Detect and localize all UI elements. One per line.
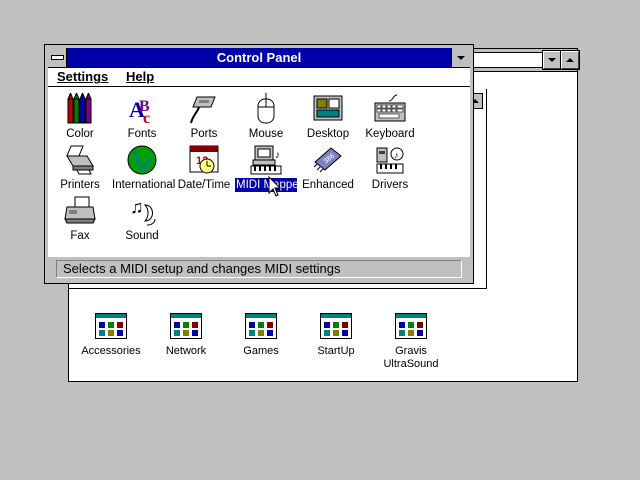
svg-text:♪: ♪: [275, 150, 280, 161]
maximize-button[interactable]: [560, 50, 580, 70]
minimize-button[interactable]: [451, 48, 470, 67]
icon-label: MIDI Mapper: [235, 178, 303, 192]
international-item[interactable]: International: [111, 144, 176, 192]
system-menu-icon: [50, 55, 64, 60]
keyboard-icon: [373, 93, 407, 125]
printers-item[interactable]: Printers: [49, 144, 111, 192]
midi-mapper-icon: ♪: [249, 144, 283, 176]
midi-mapper-item[interactable]: ♪ MIDI Mapper: [235, 144, 303, 192]
sound-icon: ♫: [125, 195, 159, 227]
program-group-icon: [395, 313, 427, 339]
icon-label: Fonts: [127, 128, 157, 140]
desktop-item[interactable]: Desktop: [297, 93, 359, 141]
icon-label: Desktop: [306, 128, 350, 140]
group-icon-gravis-ultrasound[interactable]: Gravis UltraSound: [366, 313, 456, 371]
icon-label: Mouse: [248, 128, 284, 140]
background-title-area: [471, 52, 543, 68]
chevron-up-icon: [566, 58, 574, 62]
menu-settings[interactable]: Settings: [57, 69, 108, 84]
chevron-down-icon: [548, 58, 556, 62]
icon-label: Drivers: [371, 179, 409, 191]
program-group-icon: [170, 313, 202, 339]
icon-label: Keyboard: [365, 128, 415, 140]
ports-item[interactable]: Ports: [173, 93, 235, 141]
color-crayons-icon: [63, 91, 97, 125]
ports-icon: [187, 93, 221, 125]
icon-label: Sound: [125, 230, 159, 242]
printer-icon: [63, 144, 97, 176]
icon-label: Color: [66, 128, 94, 140]
icon-label: Printers: [60, 179, 100, 191]
svg-text:♫: ♫: [130, 197, 144, 217]
mouse-pointer-icon: [268, 175, 282, 201]
svg-text:♪: ♪: [394, 150, 399, 160]
fonts-icon: A B c: [125, 93, 159, 127]
mouse-item[interactable]: Mouse: [235, 93, 297, 141]
globe-icon: [125, 144, 159, 176]
program-group-icon: [320, 313, 352, 339]
icon-label: Enhanced: [302, 179, 354, 191]
control-panel-window: Control Panel Settings Help Color A B c …: [44, 44, 474, 284]
chevron-down-icon: [457, 55, 465, 60]
enhanced-item[interactable]: 386 Enhanced: [297, 144, 359, 192]
color-item[interactable]: Color: [49, 91, 111, 141]
datetime-item[interactable]: 12 Date/Time: [173, 144, 235, 192]
mouse-icon: [249, 93, 283, 125]
program-group-icon: [245, 313, 277, 339]
fonts-item[interactable]: A B c Fonts: [111, 93, 173, 141]
sound-item[interactable]: ♫ Sound: [111, 195, 173, 243]
fax-item[interactable]: Fax: [49, 195, 111, 243]
desktop-icon: [311, 93, 345, 125]
status-text: Selects a MIDI setup and changes MIDI se…: [56, 260, 462, 278]
status-bar: Selects a MIDI setup and changes MIDI se…: [48, 257, 470, 281]
menu-help[interactable]: Help: [126, 69, 154, 84]
icon-label: Date/Time: [177, 179, 231, 191]
drivers-icon: ♪: [373, 144, 407, 176]
system-menu-button[interactable]: [48, 48, 67, 67]
keyboard-item[interactable]: Keyboard: [359, 93, 421, 141]
icon-label: Fax: [70, 230, 90, 242]
drivers-item[interactable]: ♪ Drivers: [359, 144, 421, 192]
window-title[interactable]: Control Panel: [48, 48, 470, 68]
minimize-button[interactable]: [542, 50, 562, 70]
icon-label: International: [112, 179, 176, 191]
svg-text:c: c: [143, 110, 150, 125]
fax-icon: [63, 195, 97, 227]
icon-area: Color A B c Fonts Ports Mouse Desktop Ke…: [48, 87, 470, 257]
group-label: Gravis UltraSound: [383, 345, 439, 370]
calendar-clock-icon: 12: [187, 144, 221, 176]
chip-icon: 386: [311, 144, 345, 176]
menu-bar: Settings Help: [48, 68, 470, 87]
program-group-icon: [95, 313, 127, 339]
icon-label: Ports: [190, 128, 218, 140]
